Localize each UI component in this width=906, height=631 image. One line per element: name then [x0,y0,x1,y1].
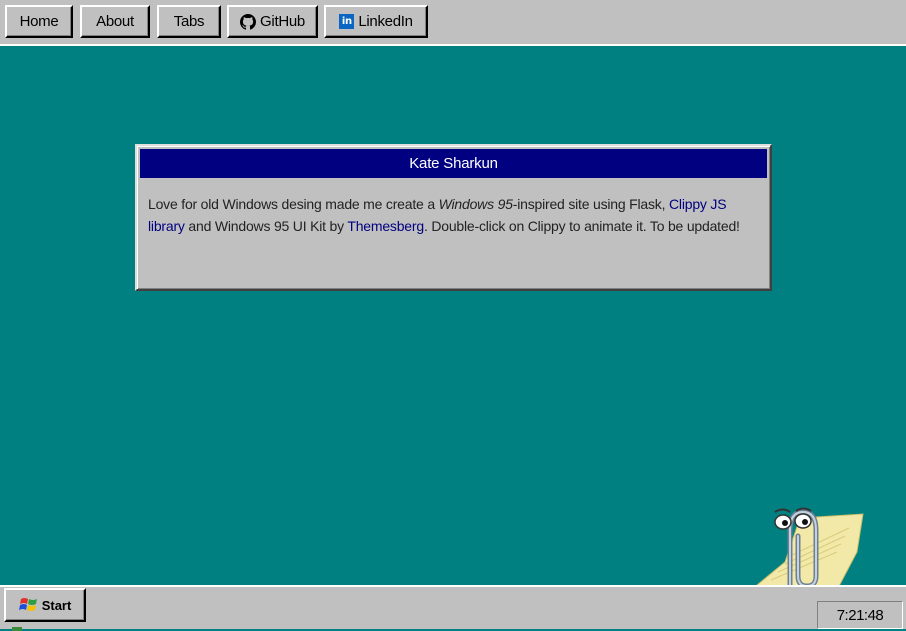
linkedin-button-label: LinkedIn [358,13,413,30]
tray-icon [12,627,22,631]
home-button[interactable]: Home [5,5,73,38]
tabs-button[interactable]: Tabs [157,5,221,38]
body-text-3: and Windows 95 UI Kit by [184,218,348,234]
clippy-assistant[interactable] [745,490,870,591]
linkedin-button[interactable]: in LinkedIn [324,5,428,38]
body-text-1: Love for old Windows desing made me crea… [148,196,439,212]
start-button[interactable]: Start [4,588,86,622]
about-window: Kate Sharkun Love for old Windows desing… [135,144,772,291]
clock-time: 7:21:48 [836,606,884,624]
window-title: Kate Sharkun [409,155,498,172]
top-navbar: Home About Tabs GitHub in LinkedIn [0,0,906,46]
taskbar-clock: 7:21:48 [817,601,903,629]
windows-logo-icon [18,598,37,611]
window-title-bar[interactable]: Kate Sharkun [140,149,767,178]
start-button-label: Start [41,597,72,613]
taskbar: Start 7:21:48 [0,585,906,631]
home-button-label: Home [19,13,59,30]
github-button[interactable]: GitHub [227,5,318,38]
about-button[interactable]: About [80,5,150,38]
github-button-label: GitHub [260,13,305,30]
tabs-button-label: Tabs [173,13,205,30]
window-body: Love for old Windows desing made me crea… [148,193,760,237]
github-icon [240,13,257,30]
body-text-2: -inspired site using Flask, [512,196,669,212]
linkedin-icon: in [339,14,355,29]
about-button-label: About [96,13,134,30]
body-italic: Windows 95 [438,196,513,212]
body-text-4: . Double-click on Clippy to animate it. … [423,218,740,234]
themesberg-link[interactable]: Themesberg [347,218,424,234]
